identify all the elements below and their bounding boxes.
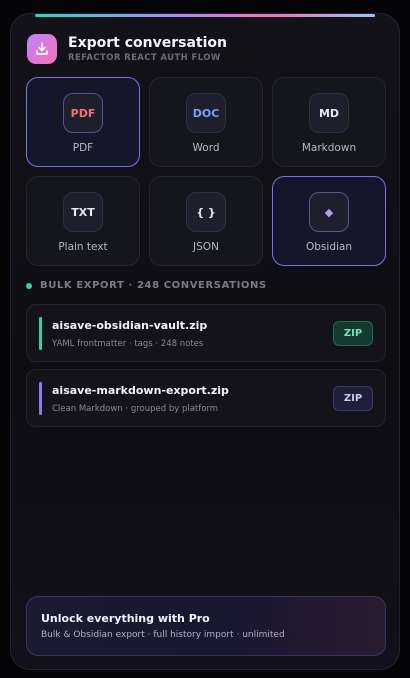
bulk-item-obsidian-vault[interactable]: aisave-obsidian-vault.zip YAML frontmatt… xyxy=(26,304,386,362)
accent-bar xyxy=(39,382,42,415)
format-option-obsidian[interactable]: ◆ Obsidian xyxy=(272,176,386,266)
export-panel: Export conversation REFACTOR REACT AUTH … xyxy=(10,13,400,670)
format-option-pdf[interactable]: PDF PDF xyxy=(26,77,140,167)
format-label: Markdown xyxy=(301,142,357,154)
bulk-item-markdown-export[interactable]: aisave-markdown-export.zip Clean Markdow… xyxy=(26,369,386,427)
pro-title: Unlock everything with Pro xyxy=(41,612,210,625)
panel-header: Export conversation REFACTOR REACT AUTH … xyxy=(27,34,227,64)
format-option-markdown[interactable]: MD Markdown xyxy=(272,77,386,167)
download-icon xyxy=(27,34,57,64)
format-label: Plain text xyxy=(58,241,108,253)
accent-bar xyxy=(39,317,42,350)
status-dot-icon xyxy=(26,282,32,289)
format-option-plain-text[interactable]: TXT Plain text xyxy=(26,176,140,266)
bulk-file-name: aisave-obsidian-vault.zip xyxy=(52,319,208,332)
obsidian-icon: ◆ xyxy=(309,192,349,232)
bulk-file-desc: YAML frontmatter · tags · 248 notes xyxy=(52,339,204,349)
format-option-word[interactable]: DOC Word xyxy=(149,77,263,167)
markdown-icon: MD xyxy=(309,93,349,133)
pro-desc: Bulk & Obsidian export · full history im… xyxy=(41,630,285,640)
pro-upsell-banner[interactable]: Unlock everything with Pro Bulk & Obsidi… xyxy=(26,596,386,656)
zip-badge[interactable]: ZIP xyxy=(333,321,373,346)
word-icon: DOC xyxy=(186,93,226,133)
bulk-export-label: BULK EXPORT · 248 CONVERSATIONS xyxy=(40,280,267,291)
text-icon: TXT xyxy=(63,192,103,232)
bulk-file-name: aisave-markdown-export.zip xyxy=(52,384,229,397)
zip-badge[interactable]: ZIP xyxy=(333,386,373,411)
format-option-json[interactable]: { } JSON xyxy=(149,176,263,266)
format-label: PDF xyxy=(72,142,94,154)
format-label: JSON xyxy=(193,241,219,253)
format-grid: PDF PDF DOC Word MD Markdown TXT Plain t… xyxy=(26,77,386,266)
page-title: Export conversation xyxy=(68,35,227,51)
bulk-file-desc: Clean Markdown · grouped by platform xyxy=(52,404,219,414)
accent-line xyxy=(35,14,375,17)
json-icon: { } xyxy=(186,192,226,232)
format-label: Word xyxy=(192,142,220,154)
pdf-icon: PDF xyxy=(63,93,103,133)
conversation-subtitle: REFACTOR REACT AUTH FLOW xyxy=(68,53,221,63)
bulk-export-header: BULK EXPORT · 248 CONVERSATIONS xyxy=(26,280,267,291)
format-label: Obsidian xyxy=(306,241,352,253)
